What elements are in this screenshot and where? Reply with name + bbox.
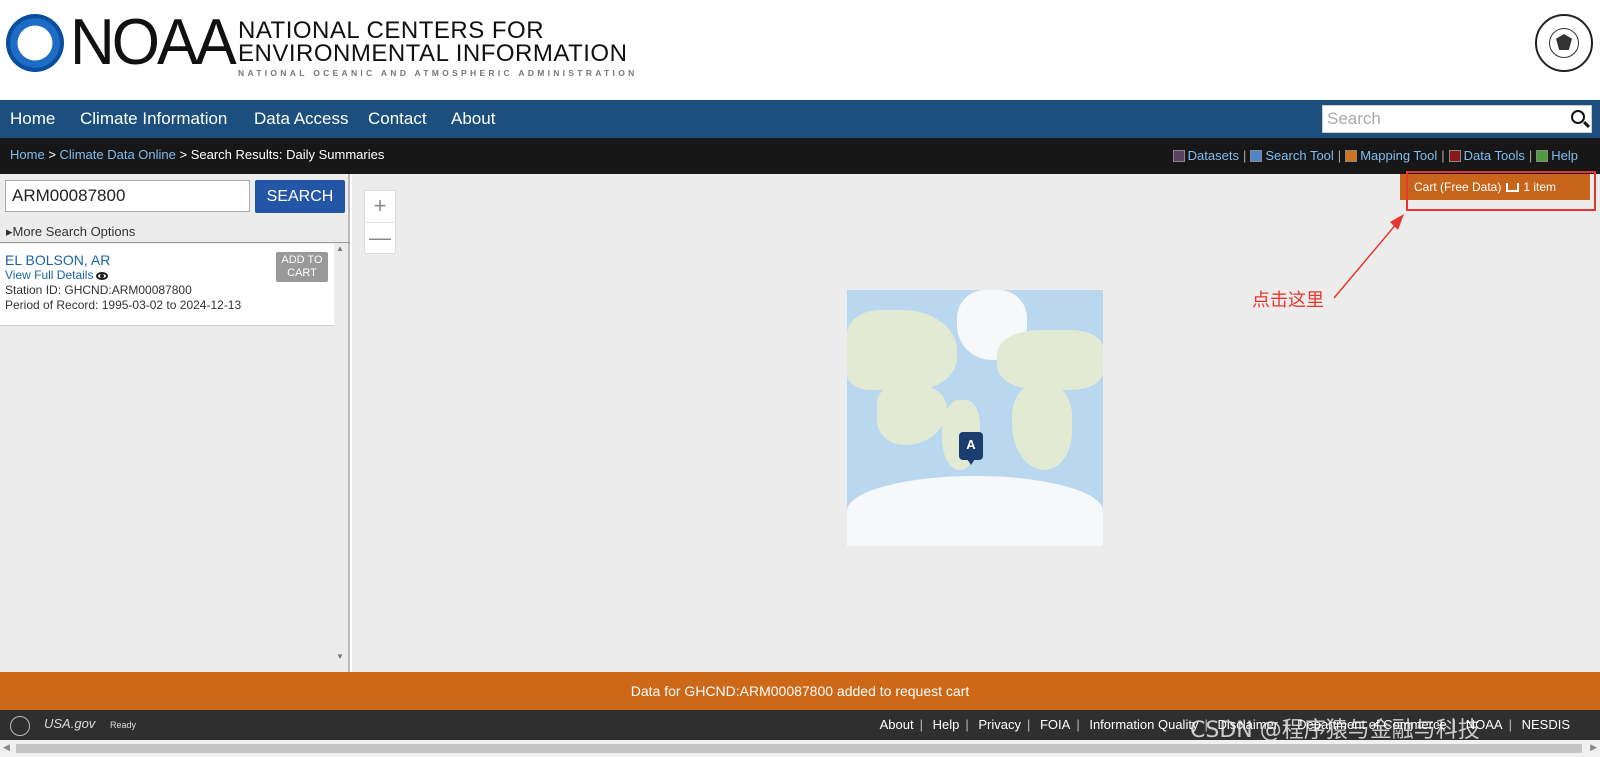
- data-tools-icon: [1448, 150, 1461, 162]
- eurasia: [997, 330, 1103, 390]
- station-id: Station ID: GHCND:ARM00087800: [5, 283, 192, 297]
- search-icon[interactable]: [1571, 110, 1585, 124]
- site-search: [1322, 105, 1592, 133]
- brand-line-2: ENVIRONMENTAL INFORMATION: [238, 40, 628, 67]
- north-america: [847, 310, 957, 390]
- zoom-control: + —: [364, 190, 396, 254]
- station-search-input[interactable]: ARM00087800: [5, 180, 250, 212]
- world-map-tile[interactable]: A: [847, 290, 1103, 546]
- breadcrumb-home[interactable]: Home: [10, 147, 45, 162]
- tool-help[interactable]: Help: [1532, 138, 1582, 174]
- breadcrumb-separator: >: [179, 147, 188, 162]
- tool-links: Datasets | Search Tool | Mapping Tool | …: [1169, 138, 1582, 174]
- mapping-tool-icon: [1345, 150, 1358, 162]
- noaa-logo[interactable]: [6, 14, 64, 72]
- breadcrumb-bar: Home > Climate Data Online > Search Resu…: [0, 138, 1600, 174]
- scroll-up-arrow-icon[interactable]: ▲: [336, 244, 344, 253]
- brand-wordmark[interactable]: NOAA: [70, 8, 237, 77]
- footer-link-foia[interactable]: FOIA: [1040, 717, 1070, 732]
- result-item[interactable]: EL BOLSON, AR View Full Details Station …: [0, 244, 334, 326]
- search-button[interactable]: SEARCH: [255, 180, 345, 213]
- more-search-options[interactable]: ▸More Search Options: [6, 224, 135, 240]
- tool-search-tool[interactable]: Search Tool: [1246, 138, 1337, 174]
- ready-logo[interactable]: Ready: [110, 720, 136, 730]
- noaa-bird-icon: [18, 38, 52, 54]
- nav-data-access[interactable]: Data Access: [254, 100, 349, 138]
- usa-gov-logo[interactable]: USA.gov: [44, 716, 95, 731]
- breadcrumb: Home > Climate Data Online > Search Resu…: [10, 138, 384, 172]
- antarctica: [847, 476, 1103, 546]
- more-options-label: More Search Options: [12, 224, 136, 239]
- brand-line-1: NATIONAL CENTERS FOR: [238, 17, 545, 44]
- tool-label: Data Tools: [1463, 148, 1525, 163]
- breadcrumb-cdo[interactable]: Climate Data Online: [60, 147, 176, 162]
- horizontal-scrollbar[interactable]: ◀ ▶: [0, 740, 1600, 757]
- site-search-input[interactable]: [1323, 106, 1563, 132]
- nav-climate-information[interactable]: Climate Information: [80, 100, 227, 138]
- add-to-cart-button[interactable]: ADD TO CART: [276, 252, 328, 282]
- footer-link-information-quality[interactable]: Information Quality: [1089, 717, 1198, 732]
- nav-contact[interactable]: Contact: [368, 100, 427, 138]
- eye-icon: [96, 271, 109, 280]
- scroll-down-arrow-icon[interactable]: ▼: [336, 652, 344, 661]
- site-header: NOAA NATIONAL CENTERS FOR ENVIRONMENTAL …: [0, 0, 1600, 100]
- brand-title: NATIONAL CENTERS FOR ENVIRONMENTAL INFOR…: [238, 17, 638, 79]
- tool-datasets[interactable]: Datasets: [1169, 138, 1243, 174]
- annotation-arrow-icon: [1333, 214, 1404, 299]
- nav-home[interactable]: Home: [10, 100, 55, 138]
- map-area[interactable]: + — A Cart (Free Data) 1 item 点击这里: [352, 171, 1600, 672]
- zoom-out-button[interactable]: —: [365, 223, 395, 255]
- footer-link-privacy[interactable]: Privacy: [978, 717, 1021, 732]
- breadcrumb-separator: >: [48, 147, 56, 162]
- tool-mapping-tool[interactable]: Mapping Tool: [1341, 138, 1441, 174]
- footer-link-about[interactable]: About: [880, 717, 914, 732]
- footer-seal-icon[interactable]: [10, 716, 30, 736]
- station-marker-icon[interactable]: A: [959, 432, 983, 465]
- divider: [0, 242, 350, 243]
- tool-label: Mapping Tool: [1360, 148, 1438, 163]
- tool-label: Help: [1551, 148, 1578, 163]
- scroll-right-arrow-icon[interactable]: ▶: [1590, 742, 1597, 753]
- footer-link-nesdis[interactable]: NESDIS: [1522, 717, 1570, 732]
- help-icon: [1536, 150, 1549, 162]
- footer-link-help[interactable]: Help: [933, 717, 960, 732]
- scroll-left-arrow-icon[interactable]: ◀: [3, 742, 10, 753]
- result-title[interactable]: EL BOLSON, AR: [5, 252, 110, 268]
- tool-label: Datasets: [1187, 148, 1239, 163]
- annotation-highlight-box: [1406, 171, 1596, 211]
- view-details-label: View Full Details: [5, 268, 94, 282]
- view-full-details-link[interactable]: View Full Details: [5, 268, 109, 282]
- period-of-record: Period of Record: 1995-03-02 to 2024-12-…: [5, 298, 242, 312]
- tool-data-tools[interactable]: Data Tools: [1445, 138, 1529, 174]
- brand-line-3: NATIONAL OCEANIC AND ATMOSPHERIC ADMINIS…: [238, 68, 638, 78]
- annotation-label: 点击这里: [1252, 290, 1324, 311]
- search-results-panel: ARM00087800 SEARCH ▸More Search Options …: [0, 174, 350, 672]
- datasets-icon: [1172, 150, 1185, 162]
- tool-label: Search Tool: [1265, 148, 1334, 163]
- cart-status-message: Data for GHCND:ARM00087800 added to requ…: [0, 672, 1600, 710]
- scrollbar-thumb[interactable]: [16, 744, 1582, 753]
- nav-about[interactable]: About: [451, 100, 495, 138]
- department-of-commerce-seal-icon[interactable]: [1535, 14, 1593, 72]
- breadcrumb-current: Search Results: Daily Summaries: [190, 147, 385, 162]
- search-tool-icon: [1250, 150, 1263, 162]
- zoom-in-button[interactable]: +: [365, 191, 395, 223]
